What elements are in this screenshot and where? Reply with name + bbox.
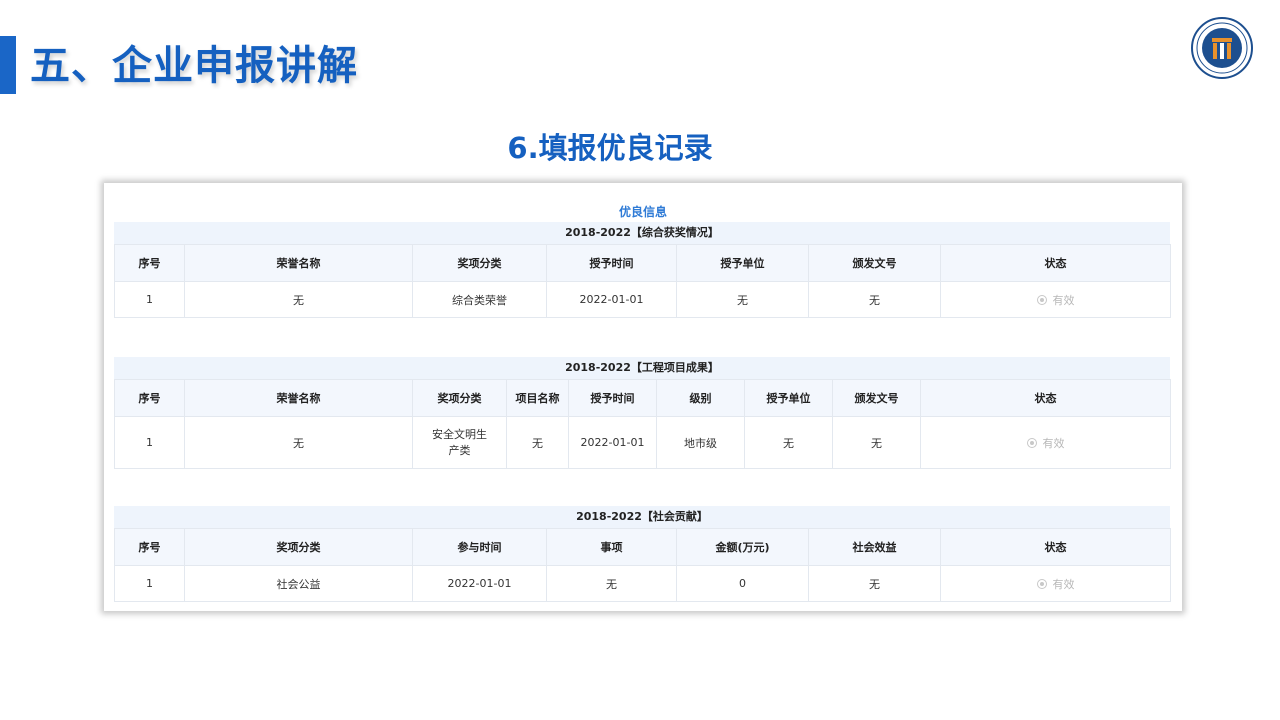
table-cell: 无: [744, 416, 833, 469]
table-cell: 0: [676, 565, 809, 602]
table-row: 1 社会公益 2022-01-01 无 0 无 有效: [114, 565, 1171, 602]
column-header: 奖项分类: [412, 379, 507, 417]
table-row: 1 无 安全文明生产类 无 2022-01-01 地市级 无 无 有效: [114, 416, 1171, 469]
status-cell: 有效: [920, 416, 1171, 469]
column-header: 事项: [546, 528, 677, 566]
table-cell: 2022-01-01: [568, 416, 657, 469]
radio-icon[interactable]: [1036, 578, 1047, 589]
column-header: 颁发文号: [808, 244, 941, 282]
table-cell: 1: [114, 565, 185, 602]
column-header: 授予时间: [546, 244, 677, 282]
radio-icon[interactable]: [1026, 437, 1037, 448]
table-row: 1 无 综合类荣誉 2022-01-01 无 无 有效: [114, 281, 1171, 318]
section-subtitle: 6.填报优良记录: [507, 131, 713, 165]
status-label: 有效: [1052, 577, 1075, 591]
column-header: 参与时间: [412, 528, 547, 566]
table-cell: 无: [808, 565, 941, 602]
table-cell: 无: [832, 416, 921, 469]
table-cell: 2022-01-01: [546, 281, 677, 318]
column-header: 颁发文号: [832, 379, 921, 417]
institution-logo-icon: [1191, 17, 1253, 79]
column-header: 授予单位: [676, 244, 809, 282]
column-header: 状态: [920, 379, 1171, 417]
table-cell: 无: [184, 281, 413, 318]
table-cell: 1: [114, 281, 185, 318]
table-cell: 无: [808, 281, 941, 318]
section-title-social: 2018-2022【社会贡献】: [114, 506, 1170, 528]
column-header: 序号: [114, 244, 185, 282]
projects-table: 序号 荣誉名称 奖项分类 项目名称 授予时间 级别 授予单位 颁发文号 状态 1…: [114, 379, 1171, 469]
status-label: 有效: [1042, 436, 1065, 450]
status-cell: 有效: [940, 565, 1171, 602]
title-accent-bar: [0, 36, 16, 94]
column-header: 奖项分类: [412, 244, 547, 282]
column-header: 状态: [940, 244, 1171, 282]
awards-table: 序号 荣誉名称 奖项分类 授予时间 授予单位 颁发文号 状态 1 无 综合类荣誉…: [114, 244, 1171, 318]
table-cell: 无: [546, 565, 677, 602]
column-header: 级别: [656, 379, 745, 417]
table-cell: 1: [114, 416, 185, 469]
column-header: 金额(万元): [676, 528, 809, 566]
panel-heading: 优良信息: [618, 205, 667, 219]
table-cell: 无: [184, 416, 413, 469]
social-table: 序号 奖项分类 参与时间 事项 金额(万元) 社会效益 状态 1 社会公益 20…: [114, 528, 1171, 602]
status-label: 有效: [1052, 293, 1075, 307]
table-cell: 地市级: [656, 416, 745, 469]
column-header: 荣誉名称: [184, 379, 413, 417]
column-header: 序号: [114, 379, 185, 417]
radio-icon[interactable]: [1036, 294, 1047, 305]
status-cell: 有效: [940, 281, 1171, 318]
table-cell: 2022-01-01: [412, 565, 547, 602]
section-title-awards: 2018-2022【综合获奖情况】: [114, 222, 1170, 244]
table-cell: 社会公益: [184, 565, 413, 602]
table-cell: 安全文明生产类: [412, 416, 507, 469]
records-panel: 优良信息 2018-2022【综合获奖情况】 序号 荣誉名称 奖项分类 授予时间…: [104, 183, 1182, 611]
column-header: 社会效益: [808, 528, 941, 566]
column-header: 项目名称: [506, 379, 569, 417]
column-header: 状态: [940, 528, 1171, 566]
column-header: 荣誉名称: [184, 244, 413, 282]
table-header-row: 序号 荣誉名称 奖项分类 授予时间 授予单位 颁发文号 状态: [114, 244, 1171, 282]
table-cell: 无: [506, 416, 569, 469]
table-cell: 无: [676, 281, 809, 318]
column-header: 序号: [114, 528, 185, 566]
column-header: 授予单位: [744, 379, 833, 417]
section-title-projects: 2018-2022【工程项目成果】: [114, 357, 1170, 379]
table-cell: 综合类荣誉: [412, 281, 547, 318]
column-header: 奖项分类: [184, 528, 413, 566]
page-title: 五、企业申报讲解: [30, 43, 358, 89]
column-header: 授予时间: [568, 379, 657, 417]
table-header-row: 序号 荣誉名称 奖项分类 项目名称 授予时间 级别 授予单位 颁发文号 状态: [114, 379, 1171, 417]
table-header-row: 序号 奖项分类 参与时间 事项 金额(万元) 社会效益 状态: [114, 528, 1171, 566]
